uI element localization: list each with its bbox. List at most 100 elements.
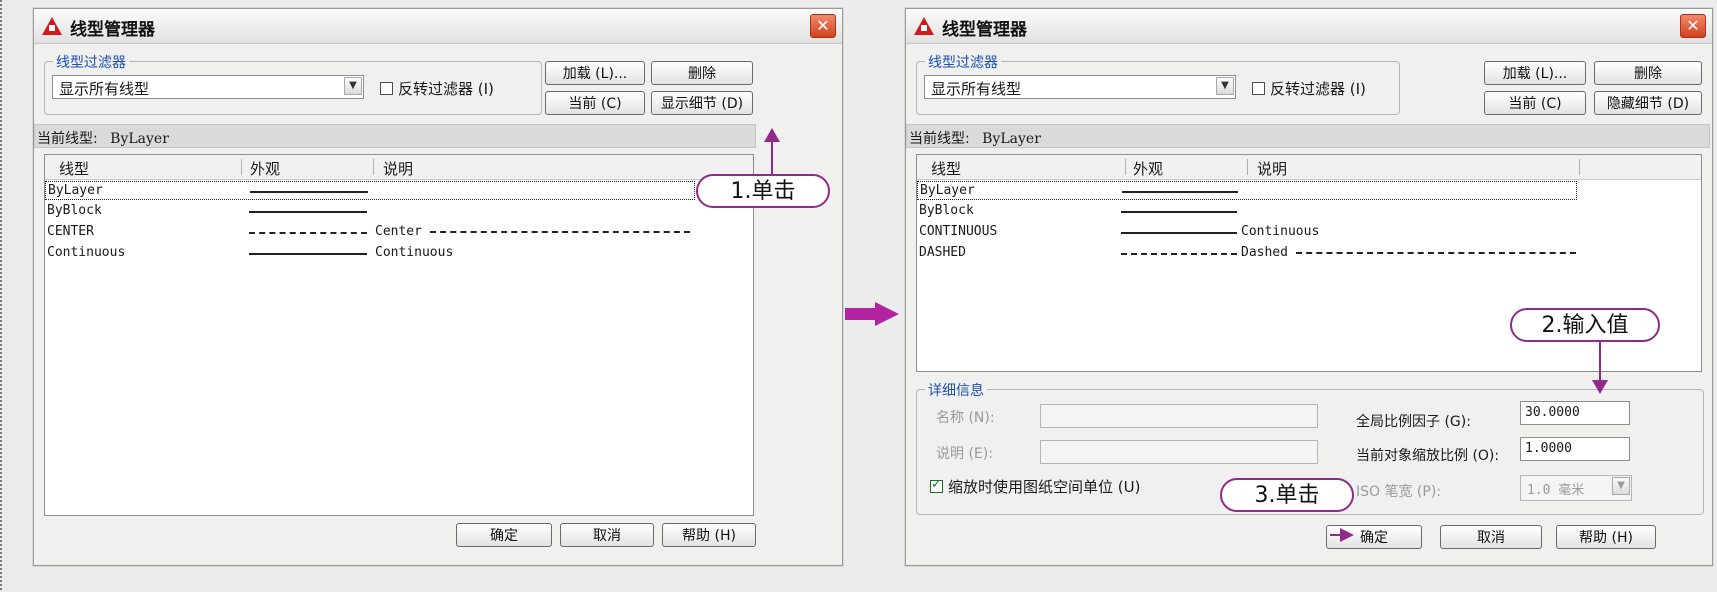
- title-bar[interactable]: 线型管理器 ✕: [906, 9, 1712, 44]
- chevron-down-icon[interactable]: ▼: [1612, 477, 1630, 495]
- callout2-arrow-line: [1599, 342, 1601, 384]
- table-row[interactable]: ByLayer: [917, 181, 1577, 200]
- linetype-name: DASHED: [919, 245, 966, 260]
- help-button[interactable]: 帮助 (H): [1556, 525, 1656, 549]
- linetype-name: CONTINUOUS: [919, 224, 998, 239]
- ok-button[interactable]: 确定: [456, 523, 552, 547]
- description-input[interactable]: [1040, 440, 1318, 464]
- current-linetype-bar: 当前线型: ByLayer: [34, 124, 756, 148]
- current-linetype-label: 当前线型:: [909, 131, 970, 147]
- callout-step3: 3.单击: [1220, 478, 1354, 512]
- linetype-description: Continuous: [375, 245, 454, 260]
- linetype-name: ByLayer: [920, 183, 975, 198]
- global-scale-input[interactable]: 30.0000: [1520, 401, 1630, 425]
- table-row[interactable]: ByBlock: [917, 202, 1701, 221]
- table-row[interactable]: CENTER Center: [45, 223, 753, 242]
- iso-pen-value: 1.0 毫米: [1527, 483, 1585, 498]
- filter-group-label: 线型过滤器: [53, 52, 129, 72]
- current-button[interactable]: 当前 (C): [545, 91, 645, 115]
- filter-select[interactable]: 显示所有线型 ▼: [52, 75, 364, 99]
- callout2-arrowhead: [1592, 380, 1608, 394]
- current-linetype-value: ByLayer: [110, 131, 169, 147]
- current-linetype-bar: 当前线型: ByLayer: [906, 124, 1710, 148]
- show-details-button[interactable]: 显示细节 (D): [651, 91, 753, 115]
- filter-group-label: 线型过滤器: [925, 52, 1001, 72]
- chevron-down-icon[interactable]: ▼: [1216, 77, 1234, 95]
- invert-filter-checkbox[interactable]: [1252, 82, 1265, 95]
- linetype-list[interactable]: 线型 外观 说明 ByLayer ByBlock CENTER Center Conti…: [44, 154, 754, 516]
- linetype-appearance: [1121, 211, 1237, 213]
- current-button[interactable]: 当前 (C): [1484, 91, 1586, 115]
- callout-step2: 2.输入值: [1510, 308, 1660, 342]
- close-button[interactable]: ✕: [1680, 14, 1706, 38]
- table-row[interactable]: ByLayer: [45, 181, 695, 200]
- callout3-arrowhead: [1340, 528, 1354, 542]
- dialog-title: 线型管理器: [70, 20, 155, 40]
- iso-pen-select[interactable]: 1.0 毫米 ▼: [1520, 475, 1632, 501]
- invert-filter-label: 反转过滤器 (I): [1270, 80, 1366, 98]
- table-row[interactable]: CONTINUOUS Continuous: [917, 223, 1701, 242]
- delete-button[interactable]: 删除: [651, 61, 753, 85]
- hide-details-button[interactable]: 隐藏细节 (D): [1594, 91, 1702, 115]
- linetype-appearance: [1121, 253, 1237, 255]
- current-scale-label: 当前对象缩放比例 (O):: [1356, 448, 1500, 464]
- invert-filter-checkbox-row[interactable]: 反转过滤器 (I): [1252, 78, 1366, 99]
- name-input[interactable]: [1040, 404, 1318, 428]
- filter-select-value: 显示所有线型: [931, 80, 1022, 98]
- title-bar[interactable]: 线型管理器 ✕: [34, 9, 842, 44]
- load-button[interactable]: 加载 (L)...: [545, 61, 645, 85]
- description-label: 说明 (E):: [936, 446, 993, 462]
- header-linetype[interactable]: 线型: [931, 158, 961, 179]
- header-description[interactable]: 说明: [1257, 158, 1287, 179]
- linetype-name: ByBlock: [919, 203, 974, 218]
- callout-step1: 1.单击: [696, 174, 830, 208]
- paper-space-checkbox[interactable]: [930, 477, 943, 493]
- filter-select-value: 显示所有线型: [59, 80, 150, 98]
- filter-select[interactable]: 显示所有线型 ▼: [924, 75, 1236, 99]
- global-scale-label: 全局比例因子 (G):: [1356, 414, 1471, 430]
- linetype-manager-dialog-collapsed: 线型管理器 ✕ 线型过滤器 显示所有线型 ▼ 反转过滤器 (I) 加载 (L).…: [33, 8, 843, 566]
- current-linetype-value: ByLayer: [982, 131, 1041, 147]
- help-button[interactable]: 帮助 (H): [662, 523, 756, 547]
- callout1-arrow-line: [771, 140, 773, 176]
- linetype-appearance: [250, 191, 368, 193]
- table-row[interactable]: Continuous Continuous: [45, 244, 753, 263]
- linetype-name: ByLayer: [48, 183, 103, 198]
- paper-space-label: 缩放时使用图纸空间单位 (U): [948, 478, 1141, 496]
- linetype-description: Center: [375, 224, 690, 239]
- linetype-description: Continuous: [1241, 224, 1320, 239]
- linetype-appearance: [1121, 232, 1237, 234]
- invert-filter-checkbox[interactable]: [380, 82, 393, 95]
- current-scale-input[interactable]: 1.0000: [1520, 437, 1630, 461]
- header-appearance[interactable]: 外观: [250, 158, 280, 179]
- load-button[interactable]: 加载 (L)...: [1484, 61, 1586, 85]
- list-header: 线型 外观 说明: [917, 155, 1701, 180]
- dialog-title: 线型管理器: [942, 20, 1027, 40]
- linetype-name: ByBlock: [47, 203, 102, 218]
- left-dotted-border: [0, 0, 2, 592]
- header-appearance[interactable]: 外观: [1133, 158, 1163, 179]
- delete-button[interactable]: 删除: [1594, 61, 1702, 85]
- table-row[interactable]: DASHED Dashed: [917, 244, 1701, 263]
- linetype-appearance: [249, 232, 367, 234]
- current-linetype-label: 当前线型:: [37, 131, 98, 147]
- autocad-app-icon: [914, 17, 934, 35]
- cancel-button[interactable]: 取消: [1440, 525, 1542, 549]
- callout1-arrowhead: [764, 128, 780, 142]
- table-row[interactable]: ByBlock: [45, 202, 753, 221]
- iso-pen-label: ISO 笔宽 (P):: [1356, 484, 1442, 500]
- cancel-button[interactable]: 取消: [560, 523, 654, 547]
- linetype-appearance: [249, 253, 367, 255]
- list-header: 线型 外观 说明: [45, 155, 753, 180]
- linetype-name: Continuous: [47, 245, 126, 260]
- invert-filter-checkbox-row[interactable]: 反转过滤器 (I): [380, 78, 494, 99]
- autocad-app-icon: [42, 17, 62, 35]
- header-description[interactable]: 说明: [383, 158, 413, 179]
- invert-filter-label: 反转过滤器 (I): [398, 80, 494, 98]
- close-button[interactable]: ✕: [810, 14, 836, 38]
- header-linetype[interactable]: 线型: [59, 158, 89, 179]
- linetype-description: Dashed: [1241, 245, 1576, 260]
- paper-space-checkbox-row[interactable]: 缩放时使用图纸空间单位 (U): [930, 476, 1140, 497]
- details-group-label: 详细信息: [925, 380, 987, 400]
- chevron-down-icon[interactable]: ▼: [344, 77, 362, 95]
